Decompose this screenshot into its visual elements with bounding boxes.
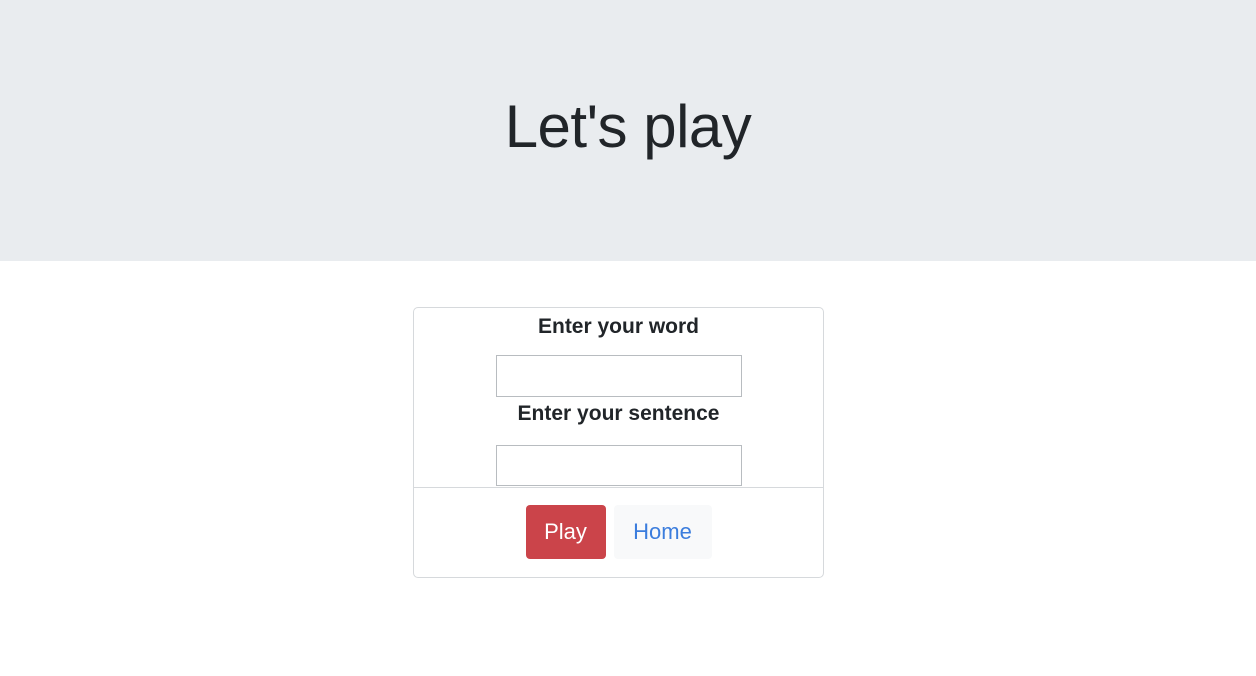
sentence-input[interactable] [495, 445, 742, 486]
play-form-card: Enter your word Enter your sentence Play… [413, 307, 824, 578]
word-input[interactable] [495, 355, 742, 397]
header-banner: Let's play [0, 0, 1256, 261]
sentence-label: Enter your sentence [517, 402, 720, 425]
page-title: Let's play [504, 92, 752, 160]
home-button[interactable]: Home [613, 505, 712, 559]
play-button[interactable]: Play [525, 505, 606, 559]
word-label: Enter your word [537, 315, 700, 338]
play-form-footer: Play Home [414, 487, 823, 577]
play-form-body: Enter your word Enter your sentence [414, 308, 823, 487]
